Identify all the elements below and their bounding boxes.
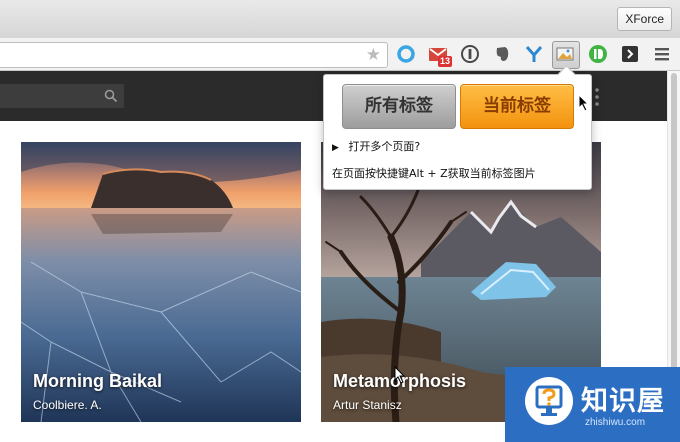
question-monitor-icon — [525, 377, 573, 425]
open-multiple-label: 打开多个页面? — [348, 140, 421, 153]
info-circle-icon[interactable] — [460, 44, 480, 64]
site-watermark: 知识屋 zhishiwu.com — [505, 367, 680, 442]
all-tabs-button[interactable]: 所有标签 — [342, 84, 456, 129]
browser-toolbar: ★ 13 — [0, 38, 680, 71]
more-dots-icon[interactable] — [594, 87, 600, 107]
address-bar[interactable]: ★ — [0, 42, 388, 68]
evernote-icon[interactable] — [492, 44, 512, 64]
opera-circle-icon[interactable] — [396, 44, 416, 64]
mouse-cursor-icon — [578, 94, 590, 112]
photo-card-morning-baikal[interactable]: Morning Baikal Coolbiere. A. — [21, 142, 301, 422]
extension-popup: 所有标签 当前标签 ▶ 打开多个页面? 在页面按快捷键Alt + Z获取当前标签… — [323, 65, 592, 190]
watermark-url: zhishiwu.com — [585, 417, 646, 428]
scroll-thumb[interactable] — [671, 73, 677, 373]
card-title[interactable]: Morning Baikal — [33, 371, 162, 392]
pocket-dark-icon[interactable] — [620, 44, 640, 64]
open-multiple-toggle[interactable]: ▶ 打开多个页面? — [332, 138, 420, 154]
profile-button[interactable]: XForce — [617, 7, 672, 31]
watermark-title: 知识屋 — [581, 386, 665, 417]
site-search-input[interactable] — [0, 84, 124, 108]
y-logo-icon[interactable] — [524, 44, 544, 64]
screenshot-icon[interactable] — [555, 44, 575, 64]
menu-icon[interactable] — [652, 44, 672, 64]
window-titlebar: XForce — [0, 0, 680, 38]
current-tab-button[interactable]: 当前标签 — [460, 84, 574, 129]
shortcut-hint: 在页面按快捷键Alt + Z获取当前标签图片 — [332, 167, 536, 180]
disclosure-triangle-icon: ▶ — [332, 143, 339, 153]
bookmark-star-icon[interactable]: ★ — [366, 45, 381, 65]
pushbullet-icon[interactable] — [588, 44, 608, 64]
mouse-cursor-icon — [394, 366, 406, 384]
card-author[interactable]: Artur Stanisz — [333, 398, 402, 412]
card-author[interactable]: Coolbiere. A. — [33, 398, 102, 412]
search-icon[interactable] — [104, 89, 118, 103]
gmail-badge: 13 — [438, 56, 453, 67]
